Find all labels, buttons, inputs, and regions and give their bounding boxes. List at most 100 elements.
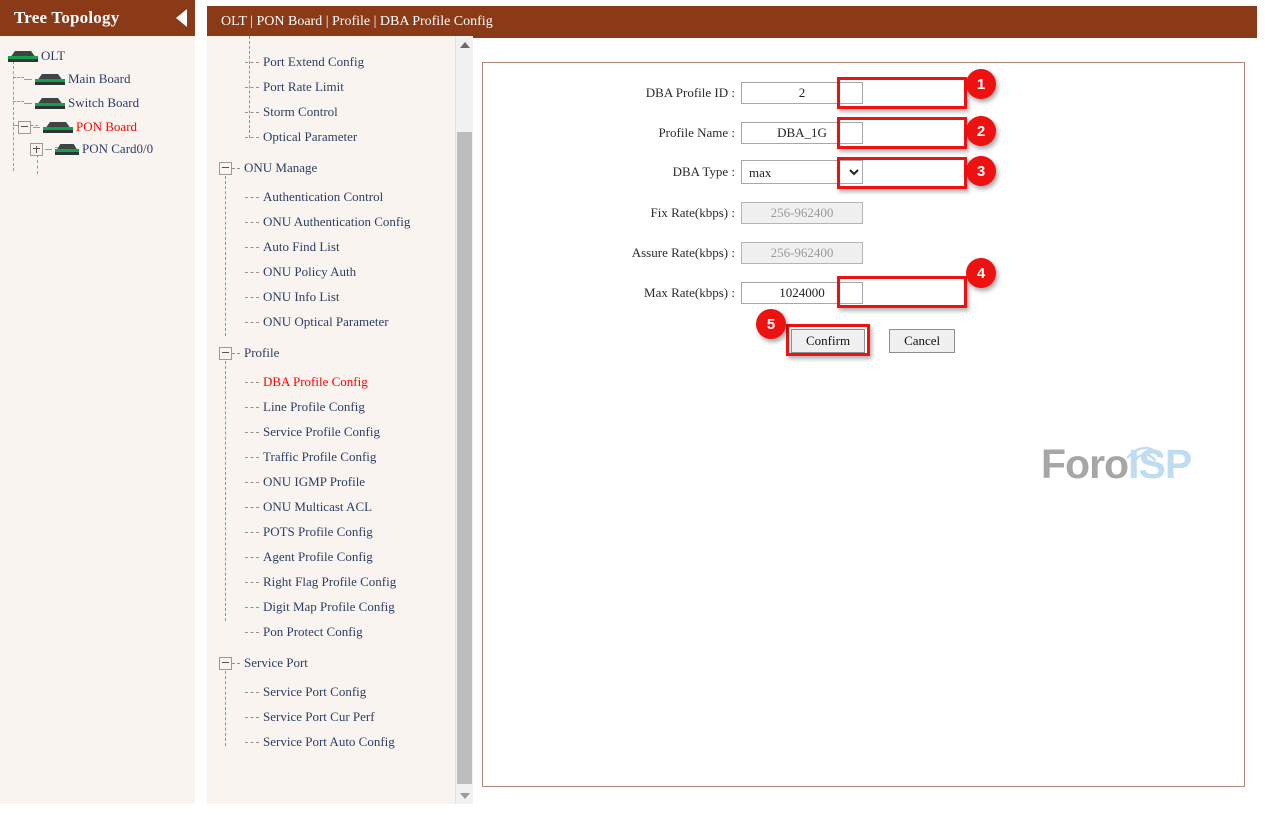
menu-item-onu-igmp-profile[interactable]: ONU IGMP Profile <box>245 475 365 489</box>
menu-item-label: ONU Multicast ACL <box>263 499 373 514</box>
device-board-icon <box>55 143 79 155</box>
fix-rate-label: Fix Rate(kbps) : <box>650 205 736 220</box>
max-rate-label: Max Rate(kbps) : <box>644 285 735 300</box>
menu-item-label: Service Port Auto Config <box>263 734 395 749</box>
menu-item-optical-parameter[interactable]: Optical Parameter <box>245 130 357 144</box>
menu-item-onu-optical-parameter[interactable]: ONU Optical Parameter <box>245 315 389 329</box>
menu-item-dba-profile-config[interactable]: DBA Profile Config <box>245 375 368 389</box>
menu-connector-line <box>225 176 226 336</box>
form-actions: Confirm Cancel <box>791 329 956 353</box>
expand-plus-icon[interactable] <box>30 142 43 156</box>
menu-item-service-port-config[interactable]: Service Port Config <box>245 685 366 699</box>
menu-connector-line <box>225 361 226 621</box>
scroll-down-button[interactable] <box>456 787 473 804</box>
menu-group-profile[interactable]: Profile <box>219 345 279 361</box>
menu-item-label: Service Profile Config <box>263 424 380 439</box>
menu-item-authentication-control[interactable]: Authentication Control <box>245 190 383 204</box>
menu-item-pots-profile-config[interactable]: POTS Profile Config <box>245 525 373 539</box>
menu-item-right-flag-profile-config[interactable]: Right Flag Profile Config <box>245 575 396 589</box>
scrollbar-thumb[interactable] <box>457 132 472 784</box>
menu-group-service-port[interactable]: Service Port <box>219 655 308 671</box>
menu-item-onu-multicast-acl[interactable]: ONU Multicast ACL <box>245 500 372 514</box>
confirm-button[interactable]: Confirm <box>791 329 866 353</box>
menu-item-label: Port Rate Limit <box>263 79 344 94</box>
tree-node-label: Switch Board <box>68 95 140 110</box>
assure-rate-input <box>741 242 863 264</box>
menu-item-storm-control[interactable]: Storm Control <box>245 105 338 119</box>
foroisp-watermark: ForoISP <box>1041 441 1192 487</box>
step-badge-4: 4 <box>966 258 996 288</box>
menu-item-label: ONU Info List <box>263 289 340 304</box>
max-rate-input[interactable] <box>741 282 863 304</box>
step-badge-1: 1 <box>966 69 996 99</box>
menu-item-onu-authentication-config[interactable]: ONU Authentication Config <box>245 215 410 229</box>
menu-item-label: ONU Authentication Config <box>263 214 411 229</box>
menu-item-port-extend-config[interactable]: Port Extend Config <box>245 55 364 69</box>
menu-item-auto-find-list[interactable]: Auto Find List <box>245 240 340 254</box>
caret-left-icon[interactable] <box>176 9 187 27</box>
tree-node-pon-board[interactable]: PON Board <box>18 119 137 135</box>
tree-node-label: PON Board <box>76 119 138 134</box>
menu-item-agent-profile-config[interactable]: Agent Profile Config <box>245 550 373 564</box>
tree-node-main-board[interactable]: Main Board <box>24 71 130 87</box>
navigation-menu-list: ONU Manage Profile Service Port Port Ext… <box>207 36 455 804</box>
menu-item-label: ONU Policy Auth <box>263 264 357 279</box>
fix-rate-input <box>741 202 863 224</box>
menu-item-label: Digit Map Profile Config <box>263 599 395 614</box>
menu-item-port-rate-limit[interactable]: Port Rate Limit <box>245 80 344 94</box>
menu-scrollbar[interactable] <box>455 36 473 804</box>
collapse-minus-icon[interactable] <box>18 120 31 134</box>
menu-item-label: ONU IGMP Profile <box>263 474 366 489</box>
menu-item-onu-info-list[interactable]: ONU Info List <box>245 290 340 304</box>
menu-group-onu-manage[interactable]: ONU Manage <box>219 160 317 176</box>
menu-item-line-profile-config[interactable]: Line Profile Config <box>245 400 365 414</box>
collapse-minus-icon[interactable] <box>219 161 232 175</box>
dba-profile-id-input[interactable] <box>741 82 863 104</box>
triangle-up-icon <box>459 41 470 48</box>
tree-node-label: PON Card0/0 <box>82 141 154 156</box>
menu-item-service-profile-config[interactable]: Service Profile Config <box>245 425 380 439</box>
menu-item-label: Authentication Control <box>263 189 384 204</box>
scroll-up-button[interactable] <box>456 36 473 53</box>
dba-type-control: max <box>741 160 863 184</box>
collapse-minus-icon[interactable] <box>219 656 232 670</box>
tree-connector-line <box>13 77 24 78</box>
tree-node-pon-card[interactable]: PON Card0/0 <box>30 141 153 157</box>
tree-connector-line <box>13 101 24 102</box>
max-rate-control <box>741 282 863 304</box>
assure-rate-control <box>741 242 863 264</box>
menu-connector-stub <box>232 352 240 354</box>
menu-item-service-port-cur-perf[interactable]: Service Port Cur Perf <box>245 710 375 724</box>
menu-item-digit-map-profile-config[interactable]: Digit Map Profile Config <box>245 600 395 614</box>
device-board-icon <box>35 73 65 85</box>
tree-connector-stub <box>24 102 32 104</box>
profile-name-input[interactable] <box>741 122 863 144</box>
tree-node-label: Main Board <box>68 71 131 86</box>
tree-node-switch-board[interactable]: Switch Board <box>24 95 139 111</box>
menu-item-service-port-auto-config[interactable]: Service Port Auto Config <box>245 735 395 749</box>
tree-topology-panel: Tree Topology OLT Main Board Switch Boar… <box>0 0 195 804</box>
step-badge-2: 2 <box>966 116 996 146</box>
tree-topology-header: Tree Topology <box>0 0 195 36</box>
menu-item-label: Traffic Profile Config <box>263 449 377 464</box>
device-board-icon <box>8 50 38 62</box>
menu-item-onu-policy-auth[interactable]: ONU Policy Auth <box>245 265 356 279</box>
menu-item-pon-protect-config[interactable]: Pon Protect Config <box>245 625 363 639</box>
tree-node-olt[interactable]: OLT <box>8 48 65 64</box>
menu-item-traffic-profile-config[interactable]: Traffic Profile Config <box>245 450 376 464</box>
app-root: Tree Topology OLT Main Board Switch Boar… <box>0 0 1265 815</box>
menu-item-label: Service Port Cur Perf <box>263 709 375 724</box>
menu-connector-line <box>225 671 226 746</box>
field-row-dba-type: DBA Type : max <box>563 160 863 184</box>
profile-name-label: Profile Name : <box>658 125 735 140</box>
dba-type-select[interactable]: max <box>741 160 863 184</box>
cancel-button[interactable]: Cancel <box>889 329 956 353</box>
collapse-minus-icon[interactable] <box>219 346 232 360</box>
menu-item-label: Right Flag Profile Config <box>263 574 397 589</box>
fix-rate-control <box>741 202 863 224</box>
tree-connector-stub <box>45 148 52 150</box>
tree-topology-title: Tree Topology <box>14 8 120 27</box>
navigation-menu-panel: ONU Manage Profile Service Port Port Ext… <box>207 36 472 804</box>
profile-name-control <box>741 122 863 144</box>
field-row-assure-rate: Assure Rate(kbps) : <box>563 241 863 265</box>
